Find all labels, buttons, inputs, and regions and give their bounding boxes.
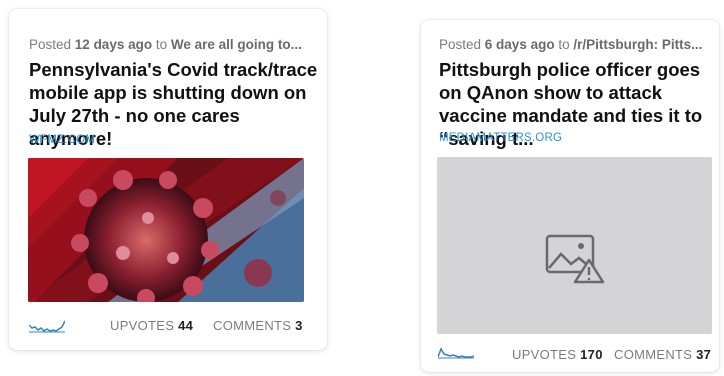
broken-image-icon: [545, 234, 605, 284]
subreddit-link[interactable]: /r/Pittsburgh: Pitts...: [573, 37, 702, 52]
comments-count[interactable]: COMMENTS 37: [614, 347, 711, 362]
subreddit-link[interactable]: We are all going to...: [171, 37, 302, 52]
post-domain[interactable]: WFMZ.COM: [29, 134, 95, 146]
virus-image[interactable]: [28, 158, 304, 302]
post-meta: Posted 12 days ago to We are all going t…: [29, 37, 314, 52]
post-card[interactable]: Posted 6 days ago to /r/Pittsburgh: Pitt…: [421, 20, 719, 372]
upvotes-count: UPVOTES 44: [110, 318, 194, 333]
post-age: 6 days ago: [484, 37, 555, 52]
comments-count[interactable]: COMMENTS 3: [213, 318, 303, 333]
post-domain[interactable]: MEDIAMATTERS.ORG: [439, 132, 562, 144]
upvotes-count: UPVOTES 170: [512, 347, 603, 362]
sparkline-icon: [29, 320, 65, 333]
post-card[interactable]: Posted 12 days ago to We are all going t…: [9, 9, 327, 350]
posted-label: Posted: [439, 37, 482, 52]
to-label: to: [558, 37, 570, 52]
to-label: to: [155, 37, 168, 52]
post-meta: Posted 6 days ago to /r/Pittsburgh: Pitt…: [439, 37, 711, 52]
posted-label: Posted: [29, 37, 72, 52]
sparkline-icon: [438, 347, 474, 359]
post-age: 12 days ago: [74, 37, 153, 52]
image-placeholder[interactable]: [437, 157, 712, 334]
